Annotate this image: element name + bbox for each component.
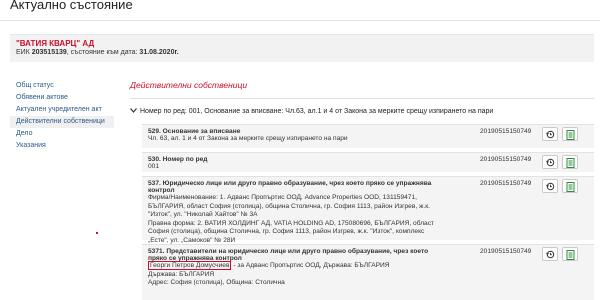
state-label: , състояние към дата: xyxy=(66,49,138,56)
record-actions xyxy=(542,247,582,261)
record-actions xyxy=(542,179,582,193)
record-text: 001 xyxy=(148,163,160,170)
red-marker xyxy=(96,232,98,234)
record-date: 20190515150749 xyxy=(480,248,532,255)
records-list: 529. Основание за вписване Чл. 63, ал. 1… xyxy=(142,124,594,300)
history-icon xyxy=(546,182,555,191)
document-icon xyxy=(566,158,575,168)
record-title: 529. Основание за вписване xyxy=(148,128,241,135)
record-text: Фирма/Наименование: 1. Адванс Пропъртис … xyxy=(148,194,417,201)
page-title: Актуално състояние xyxy=(10,0,133,12)
title-divider xyxy=(0,20,600,21)
chevron-down-icon[interactable] xyxy=(130,108,140,115)
company-eik-line: ЕИК 203515139, състояние към дата: 31.08… xyxy=(16,49,179,56)
record-text: Чл. 63, ал. 1 и 4 от Закона за мерките с… xyxy=(148,135,348,142)
document-icon xyxy=(566,250,575,260)
sidebar-item-case[interactable]: Дело xyxy=(10,128,114,140)
document-icon xyxy=(566,130,575,140)
record-row: 529. Основание за вписване Чл. 63, ал. 1… xyxy=(142,124,594,148)
history-button[interactable] xyxy=(542,127,558,141)
document-button[interactable] xyxy=(562,179,578,193)
record-date: 20190515150749 xyxy=(480,180,532,187)
document-button[interactable] xyxy=(562,247,578,261)
record-actions xyxy=(542,155,582,169)
record-date: 20190515150749 xyxy=(480,128,532,135)
group-header-label: Номер по ред: 001, Основание за вписване… xyxy=(140,108,494,115)
history-icon xyxy=(546,158,555,167)
record-row: 530. Номер по ред 001 20190515150749 xyxy=(142,152,594,172)
record-actions xyxy=(542,127,582,141)
history-icon xyxy=(546,130,555,139)
record-title: 537. Юридическо лице или друго правно об… xyxy=(148,180,432,194)
record-text: "Изток", ул. "Николай Хайтов" № 3А xyxy=(148,211,258,219)
sidebar: Общ статус Обявени актове Актуален учред… xyxy=(10,80,114,152)
sidebar-item-beneficial-owners[interactable]: Действителни собственици xyxy=(10,116,114,128)
history-button[interactable] xyxy=(542,247,558,261)
sidebar-item-founding-act[interactable]: Актуален учредителен акт xyxy=(10,104,114,116)
document-icon xyxy=(566,182,575,192)
sidebar-item-instructions[interactable]: Указания xyxy=(10,140,114,152)
record-text: Държава: БЪЛГАРИЯ xyxy=(148,270,215,278)
highlighted-name: Георги Петров Домусчиев xyxy=(148,261,232,270)
company-header: "ВАТИЯ КВАРЦ" АД ЕИК 203515139, състояни… xyxy=(10,34,594,62)
record-text: Георги Петров Домусчиев - за Адванс Проп… xyxy=(148,261,448,271)
record-date: 20190515150749 xyxy=(480,156,532,163)
history-icon xyxy=(546,250,555,259)
record-title: 5371. Представители на юридическо лице и… xyxy=(148,248,429,262)
record-title: 530. Номер по ред xyxy=(148,156,208,163)
record-row: 5371. Представители на юридическо лице и… xyxy=(142,244,594,300)
main-content: Действителни собственици Номер по ред: 0… xyxy=(130,80,594,300)
record-text-rest: - за Адванс Пропъртис ООД, Държава: БЪЛГ… xyxy=(231,262,390,269)
history-button[interactable] xyxy=(542,179,558,193)
eik-label: ЕИК xyxy=(16,49,30,56)
document-button[interactable] xyxy=(562,127,578,141)
record-text: Адрес: София (столица), Община: Столична xyxy=(148,279,285,287)
sidebar-item-announced-acts[interactable]: Обявени актове xyxy=(10,92,114,104)
history-button[interactable] xyxy=(542,155,558,169)
sidebar-item-general-status[interactable]: Общ статус xyxy=(10,80,114,92)
document-button[interactable] xyxy=(562,155,578,169)
record-text: София (столица), община Столична, гр. Со… xyxy=(148,228,425,236)
record-text: БЪЛГАРИЯ, област София (столица), община… xyxy=(148,202,430,210)
section-title: Действителни собственици xyxy=(130,80,248,90)
company-name: "ВАТИЯ КВАРЦ" АД xyxy=(16,39,95,48)
group-header[interactable]: Номер по ред: 001, Основание за вписване… xyxy=(130,108,594,118)
state-date: 31.08.2020г. xyxy=(139,49,179,56)
record-row: 537. Юридическо лице или друго правно об… xyxy=(142,176,594,244)
eik-value: 203515139 xyxy=(31,49,67,56)
section-divider xyxy=(130,98,594,99)
